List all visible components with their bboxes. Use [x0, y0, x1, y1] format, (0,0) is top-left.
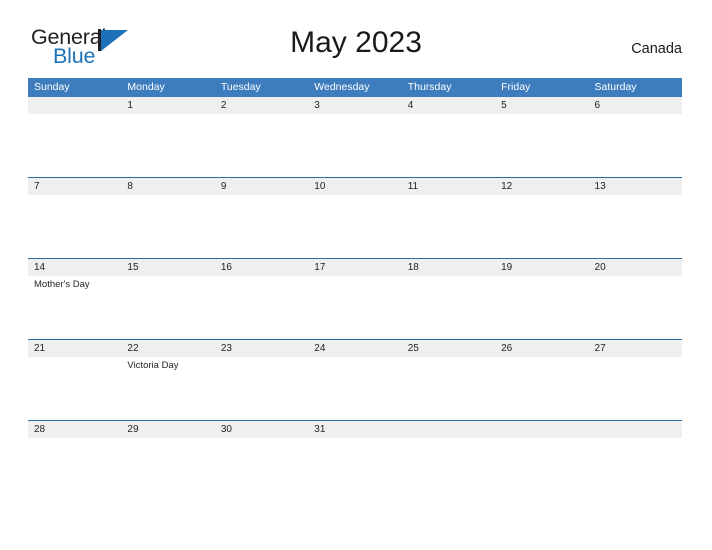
day-cell[interactable]	[402, 114, 495, 177]
day-number[interactable]: 18	[402, 259, 495, 276]
weekday-header-thursday: Thursday	[407, 81, 452, 93]
day-cell[interactable]	[402, 195, 495, 258]
day-cell[interactable]	[495, 114, 588, 177]
day-number[interactable]: 25	[402, 340, 495, 357]
calendar-weeks: 1 2 3 4 5 6 7 8 9 10 11 12 13 14 15 16 17 18 19 20 Mother's …	[28, 97, 682, 438]
day-number[interactable]: 4	[402, 97, 495, 114]
day-number[interactable]: 1	[121, 97, 214, 114]
day-cell[interactable]	[402, 276, 495, 339]
day-cell[interactable]	[28, 195, 121, 258]
day-cell[interactable]: Victoria Day	[121, 357, 214, 420]
day-number[interactable]: 11	[402, 178, 495, 195]
day-number[interactable]: 23	[215, 340, 308, 357]
day-cell[interactable]	[121, 195, 214, 258]
week-date-number-band: 123456	[28, 97, 682, 114]
week-date-number-band: 21 22 23 24 25 26 27	[28, 339, 682, 357]
day-number[interactable]: 19	[495, 259, 588, 276]
day-event-label: Mother's Day	[34, 279, 90, 290]
day-number[interactable]	[589, 421, 682, 438]
day-cell[interactable]	[28, 357, 121, 420]
calendar-week-row: 28 29 30 31	[28, 420, 682, 438]
day-number[interactable]: 28	[28, 421, 121, 438]
day-number[interactable]: 12	[495, 178, 588, 195]
day-cell[interactable]	[495, 195, 588, 258]
week-date-number-band: 7 8 9 10 11 12 13	[28, 177, 682, 195]
day-cell[interactable]	[121, 114, 214, 177]
day-number[interactable]: 30	[215, 421, 308, 438]
day-event-label: Victoria Day	[127, 360, 179, 371]
weekday-header-wednesday: Wednesday	[314, 81, 370, 93]
calendar-week-row: 123456	[28, 97, 682, 177]
day-cell[interactable]: Mother's Day	[28, 276, 121, 339]
weekday-header-monday: Monday	[127, 81, 165, 93]
week-events-band: Mother's Day	[28, 276, 682, 339]
day-cell[interactable]	[308, 195, 401, 258]
day-number[interactable]	[495, 421, 588, 438]
weekday-header-saturday: Saturday	[594, 81, 637, 93]
day-number[interactable]: 17	[308, 259, 401, 276]
calendar-week-row: 14 15 16 17 18 19 20 Mother's Day	[28, 258, 682, 339]
day-cell[interactable]	[121, 276, 214, 339]
day-number[interactable]: 8	[121, 178, 214, 195]
day-number[interactable]: 21	[28, 340, 121, 357]
day-number[interactable]: 3	[308, 97, 401, 114]
day-number[interactable]	[402, 421, 495, 438]
day-number[interactable]: 24	[308, 340, 401, 357]
weekday-header-friday: Friday	[501, 81, 531, 93]
day-cell[interactable]	[215, 357, 308, 420]
weekday-header-tuesday: Tuesday	[220, 81, 261, 93]
page-header: General Blue May 2023 Canada	[0, 0, 712, 66]
day-number[interactable]: 13	[589, 178, 682, 195]
day-cell[interactable]	[215, 195, 308, 258]
day-cell[interactable]	[495, 276, 588, 339]
page-title: May 2023	[290, 26, 422, 59]
weekday-header-sunday: Sunday	[34, 81, 70, 93]
day-number[interactable]: 15	[121, 259, 214, 276]
calendar-grid: Sunday Monday Tuesday Wednesday Thursday…	[28, 78, 682, 438]
day-cell[interactable]	[589, 276, 682, 339]
calendar-week-row: 7 8 9 10 11 12 13	[28, 177, 682, 258]
day-cell[interactable]	[402, 357, 495, 420]
day-cell[interactable]	[308, 114, 401, 177]
day-cell[interactable]	[308, 357, 401, 420]
day-number[interactable]: 2	[215, 97, 308, 114]
day-number[interactable]: 26	[495, 340, 588, 357]
day-cell[interactable]	[495, 357, 588, 420]
day-cell[interactable]	[28, 114, 121, 177]
day-number[interactable]: 29	[121, 421, 214, 438]
week-date-number-band: 14 15 16 17 18 19 20	[28, 258, 682, 276]
week-events-band: Victoria Day	[28, 357, 682, 420]
day-number[interactable]: 7	[28, 178, 121, 195]
day-cell[interactable]	[215, 114, 308, 177]
day-number[interactable]	[28, 97, 121, 114]
calendar-week-row: 21 22 23 24 25 26 27 Victoria Day	[28, 339, 682, 420]
region-label: Canada	[631, 41, 682, 57]
day-number[interactable]: 10	[308, 178, 401, 195]
day-number[interactable]: 22	[121, 340, 214, 357]
calendar-page: General Blue May 2023 Canada Sunday Mond…	[0, 0, 712, 550]
day-cell[interactable]	[308, 276, 401, 339]
week-events-band	[28, 114, 682, 177]
day-number[interactable]: 5	[495, 97, 588, 114]
day-number[interactable]: 14	[28, 259, 121, 276]
day-cell[interactable]	[589, 357, 682, 420]
day-number[interactable]: 27	[589, 340, 682, 357]
day-number[interactable]: 20	[589, 259, 682, 276]
day-cell[interactable]	[215, 276, 308, 339]
day-number[interactable]: 9	[215, 178, 308, 195]
day-number[interactable]: 6	[589, 97, 682, 114]
day-cell[interactable]	[589, 114, 682, 177]
week-events-band	[28, 195, 682, 258]
day-cell[interactable]	[589, 195, 682, 258]
week-date-number-band: 28 29 30 31	[28, 420, 682, 438]
day-number[interactable]: 16	[215, 259, 308, 276]
weekday-header-row: Sunday Monday Tuesday Wednesday Thursday…	[28, 78, 682, 97]
day-number[interactable]: 31	[308, 421, 401, 438]
